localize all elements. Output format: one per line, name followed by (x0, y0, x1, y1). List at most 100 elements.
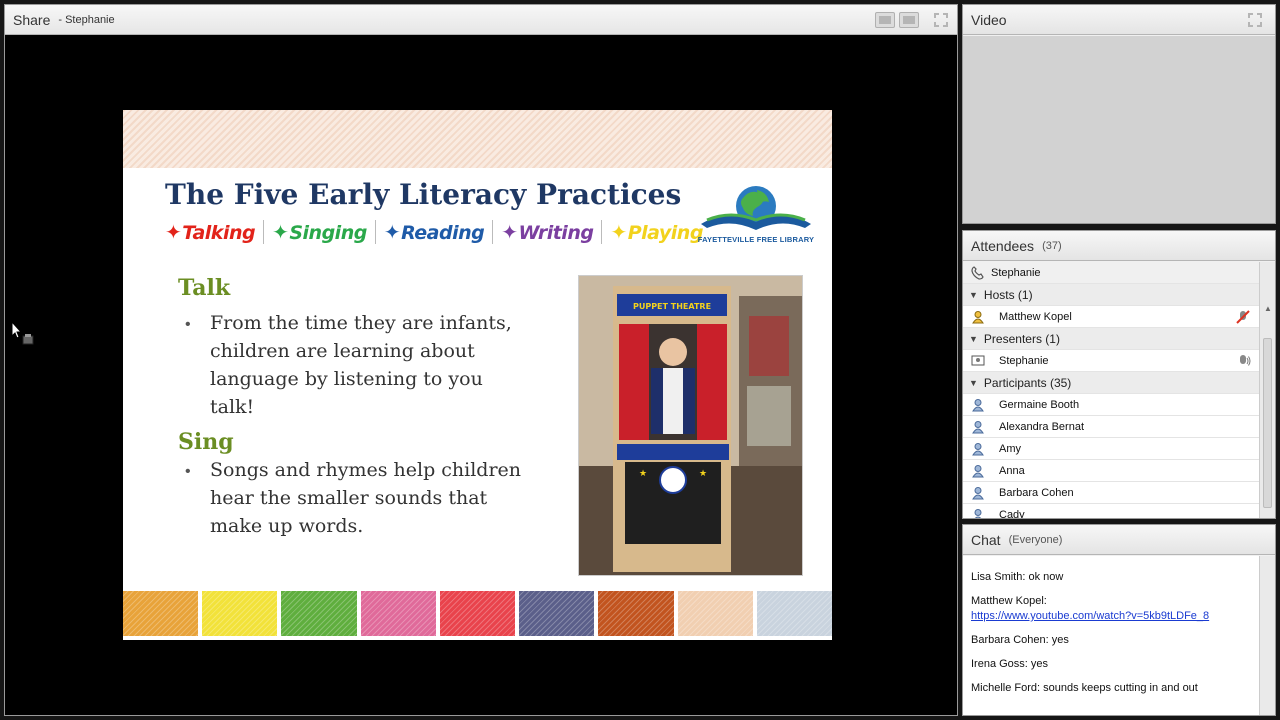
chat-sender: Irena Goss: (971, 658, 1028, 670)
bullet-icon: • (185, 316, 191, 333)
presenter-row[interactable]: Stephanie (963, 350, 1259, 372)
video-pod: Video (962, 4, 1276, 224)
talk-text: From the time they are infants, children… (210, 309, 512, 421)
color-swatch (598, 591, 674, 636)
participant-user-icon (971, 398, 985, 412)
collapse-triangle-icon: ▼ (969, 289, 978, 300)
participant-rows: Germaine Booth Alexandra Bernat Amy Anna Bar… (963, 394, 1259, 518)
mic-muted-icon[interactable] (1235, 309, 1251, 325)
color-swatch (439, 591, 516, 636)
attendees-pod: Attendees (37) Stephanie ▼ Hosts (1) Mat… (962, 230, 1276, 519)
talk-line: talk! (210, 396, 255, 418)
practice-reading: ✦Reading (376, 220, 494, 244)
participant-row[interactable]: Anna (963, 460, 1259, 482)
share-pod-controls (875, 12, 949, 28)
practice-playing: ✦Playing (602, 220, 710, 244)
slide-title: The Five Early Literacy Practices (165, 178, 682, 211)
chat-text: yes (1030, 658, 1049, 670)
chat-sender: Michelle Ford: (971, 682, 1041, 694)
share-pod-header: Share - Stephanie (5, 5, 957, 35)
mic-active-icon[interactable] (1235, 353, 1251, 369)
chat-text: sounds keeps cutting in and out (1043, 682, 1198, 694)
talk-line: From the time they are infants, (210, 312, 512, 334)
participant-name: Germaine Booth (999, 398, 1080, 411)
figure-icon: ✦ (383, 220, 401, 244)
video-fullscreen-icon[interactable] (1247, 12, 1263, 28)
presenters-label: Presenters (1) (983, 331, 1060, 346)
participant-row[interactable]: Barbara Cohen (963, 482, 1259, 504)
participants-group[interactable]: ▼ Participants (35) (963, 372, 1259, 394)
presenter-name: Stephanie (999, 354, 1049, 367)
color-swatch (677, 591, 753, 636)
chat-message: Irena Goss: yes (971, 657, 1251, 672)
color-swatch (202, 591, 278, 636)
participant-row[interactable]: Amy (963, 438, 1259, 460)
section-heading-sing: Sing (178, 429, 234, 455)
participant-row[interactable]: Alexandra Bernat (963, 416, 1259, 438)
video-area (963, 36, 1275, 223)
practices-row: ✦Talking ✦Singing ✦Reading ✦Writing ✦Pla… (157, 220, 711, 244)
participant-row[interactable]: Cady (963, 504, 1259, 518)
fullscreen-icon[interactable] (933, 12, 949, 28)
chat-pod-header: Chat (Everyone) (963, 525, 1275, 555)
library-name: FAYETTEVILLE FREE LIBRARY (697, 235, 815, 244)
participant-name: Anna (999, 464, 1025, 477)
slide-top-band (123, 110, 832, 168)
star-icon: ★ (639, 468, 647, 478)
participant-user-icon (971, 442, 985, 456)
participants-label: Participants (35) (983, 375, 1072, 390)
self-row[interactable]: Stephanie (963, 262, 1259, 284)
chat-message: Matthew Kopel: https://www.youtube.com/wa… (971, 594, 1251, 624)
fit-page-button[interactable] (899, 12, 919, 28)
talk-line: language by listening to you (210, 368, 483, 390)
chat-scrollbar[interactable] (1259, 556, 1275, 715)
participant-name: Alexandra Bernat (999, 420, 1084, 433)
share-content-area: The Five Early Literacy Practices ✦Talki… (5, 36, 957, 715)
photo-illustration: PUPPET THEATRE ★ ★ (579, 276, 802, 575)
practice-label: Reading (401, 222, 485, 244)
chat-scope: (Everyone) (1008, 533, 1063, 546)
phone-icon (971, 265, 985, 280)
hosts-group[interactable]: ▼ Hosts (1) (963, 284, 1259, 306)
host-row[interactable]: Matthew Kopel (963, 306, 1259, 328)
participant-user-icon (971, 464, 985, 478)
figure-icon: ✦ (165, 220, 182, 244)
practice-label: Playing (627, 222, 704, 244)
presenters-group[interactable]: ▼ Presenters (1) (963, 328, 1259, 350)
presenter-user-icon (971, 354, 985, 368)
bullet-icon: • (185, 463, 191, 480)
section-heading-talk: Talk (178, 275, 231, 301)
chat-sender: Lisa Smith: (971, 571, 1026, 583)
chat-pod-title: Chat (971, 531, 1001, 548)
share-pod-title: Share (13, 11, 51, 28)
chat-text: yes (1051, 634, 1069, 646)
host-name: Matthew Kopel (999, 310, 1072, 323)
adobe-connect-meeting: Share - Stephanie The Five Early Literac… (0, 0, 1280, 720)
attendees-pod-header: Attendees (37) (963, 231, 1275, 261)
scroll-arrow-icon[interactable]: ▲ (1264, 304, 1272, 313)
color-swatch-band (123, 591, 832, 636)
attendees-pod-title: Attendees (971, 237, 1035, 254)
participant-user-icon (971, 420, 985, 434)
hosts-label: Hosts (1) (983, 287, 1033, 302)
participant-user-icon (971, 486, 985, 500)
presentation-slide: The Five Early Literacy Practices ✦Talki… (123, 110, 832, 640)
chat-link[interactable]: https://www.youtube.com/watch?v=5kb9tLDF… (971, 610, 1209, 622)
self-name: Stephanie (991, 266, 1041, 279)
participant-row[interactable]: Germaine Booth (963, 394, 1259, 416)
chat-message: Barbara Cohen: yes (971, 633, 1251, 648)
scroll-thumb[interactable] (1263, 338, 1272, 508)
practice-label: Writing (518, 222, 594, 244)
participant-user-icon (971, 508, 985, 518)
practice-label: Singing (289, 222, 367, 244)
sing-text: Songs and rhymes help children hear the … (210, 456, 521, 540)
chat-message: Michelle Ford: sounds keeps cutting in a… (971, 681, 1251, 696)
sing-line: make up words. (210, 515, 364, 537)
sing-line: hear the smaller sounds that (210, 487, 488, 509)
chat-sender: Matthew Kopel: (971, 595, 1047, 607)
color-swatch (281, 591, 357, 636)
fit-width-button[interactable] (875, 12, 895, 28)
video-pod-header: Video (963, 5, 1275, 35)
attendees-count: (37) (1042, 239, 1062, 252)
attendee-scrollbar[interactable]: ▲ (1259, 262, 1275, 518)
